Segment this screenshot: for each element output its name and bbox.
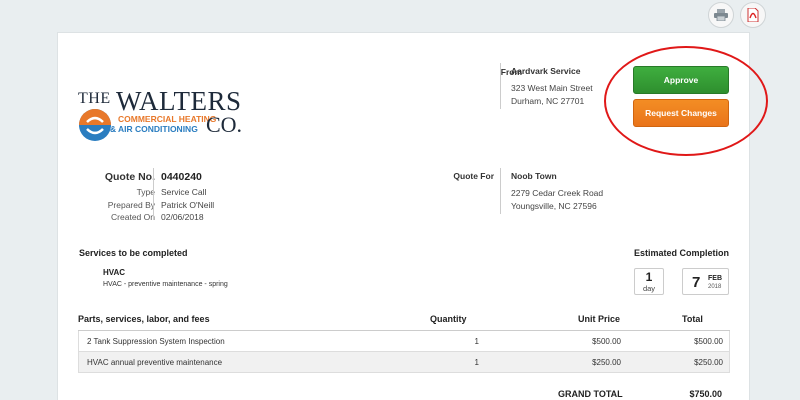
- row-total: $500.00: [694, 337, 723, 346]
- table-row: HVAC annual preventive maintenance 1 $25…: [78, 352, 730, 373]
- completion-day: 7: [692, 274, 701, 291]
- grand-total-label: GRAND TOTAL: [558, 389, 623, 399]
- quote-document: THE WALTERS COMMERCIAL HEATING & AIR CON…: [57, 32, 768, 400]
- services-title: Services to be completed: [79, 248, 188, 258]
- print-button[interactable]: [708, 2, 734, 28]
- row-unit-price: $250.00: [592, 358, 621, 367]
- row-total: $250.00: [694, 358, 723, 367]
- quote-for-address-line1: 2279 Cedar Creek Road: [511, 188, 604, 198]
- header-name: Parts, services, labor, and fees: [78, 314, 210, 324]
- row-name: 2 Tank Suppression System Inspection: [87, 337, 225, 346]
- quote-for-address-line2: Youngsville, NC 27596: [511, 201, 597, 211]
- completion-date-badge: 7 FEB 2018: [682, 268, 729, 295]
- table-row: 2 Tank Suppression System Inspection 1 $…: [78, 331, 730, 352]
- prepared-by-label: Prepared By: [107, 199, 155, 210]
- created-on-value: 02/06/2018: [161, 212, 204, 222]
- company-logo: THE WALTERS COMMERCIAL HEATING & AIR CON…: [78, 86, 243, 141]
- duration-days: 1: [645, 270, 653, 284]
- logo-heating-text: COMMERCIAL HEATING: [118, 114, 217, 124]
- completion-month: FEB: [708, 275, 722, 282]
- line-items-table: Parts, services, labor, and fees Quantit…: [78, 311, 730, 373]
- logo-co-text: CO.: [206, 112, 243, 137]
- grand-total-value: $750.00: [689, 389, 722, 399]
- type-value: Service Call: [161, 187, 207, 197]
- row-quantity: 1: [474, 337, 479, 346]
- created-on-label: Created On: [111, 212, 155, 222]
- quote-no-label: Quote No.: [104, 171, 155, 183]
- grand-total-row: GRAND TOTAL $750.00: [78, 383, 730, 400]
- estimated-completion-title: Estimated Completion: [633, 248, 729, 258]
- quote-for-label: Quote For: [453, 171, 494, 181]
- quote-no-value: 0440240: [161, 171, 202, 183]
- toolbar: [708, 2, 766, 28]
- prepared-by-value: Patrick O'Neill: [161, 199, 215, 210]
- duration-unit: day: [642, 284, 656, 293]
- from-address-line1: 323 West Main Street: [511, 83, 593, 93]
- quote-values: 0440240 Service Call Patrick O'Neill 02/…: [153, 168, 215, 222]
- highlight-circle: [604, 46, 768, 156]
- row-quantity: 1: [474, 358, 479, 367]
- header-quantity: Quantity: [430, 314, 467, 324]
- quote-labels: Quote No. Type Prepared By Created On: [83, 171, 155, 224]
- logo-ac-text: AIR CONDITIONING: [118, 124, 198, 134]
- from-name: Aardvark Service: [511, 66, 581, 76]
- duration-badge: 1 day: [634, 268, 664, 295]
- logo-amp-text: &: [110, 124, 117, 134]
- quote-for-address: Noob Town 2279 Cedar Creek Road Youngsvi…: [500, 168, 603, 214]
- pdf-button[interactable]: [740, 2, 766, 28]
- completion-year: 2018: [708, 284, 722, 290]
- pdf-icon: [747, 8, 759, 22]
- logo-emblem-icon: [79, 109, 111, 141]
- from-address: Aardvark Service 323 West Main Street Du…: [500, 63, 593, 109]
- quote-for-name: Noob Town: [511, 171, 557, 181]
- table-header: Parts, services, labor, and fees Quantit…: [78, 311, 730, 331]
- service-name: HVAC: [103, 268, 126, 277]
- header-total: Total: [682, 314, 703, 324]
- row-unit-price: $500.00: [592, 337, 621, 346]
- logo-the-text: THE: [78, 90, 111, 107]
- from-address-line2: Durham, NC 27701: [511, 96, 585, 106]
- type-label: Type: [136, 187, 155, 197]
- service-description: HVAC - preventive maintenance - spring: [103, 281, 228, 288]
- row-name: HVAC annual preventive maintenance: [87, 358, 223, 367]
- header-unit-price: Unit Price: [578, 314, 621, 324]
- printer-icon: [714, 9, 728, 21]
